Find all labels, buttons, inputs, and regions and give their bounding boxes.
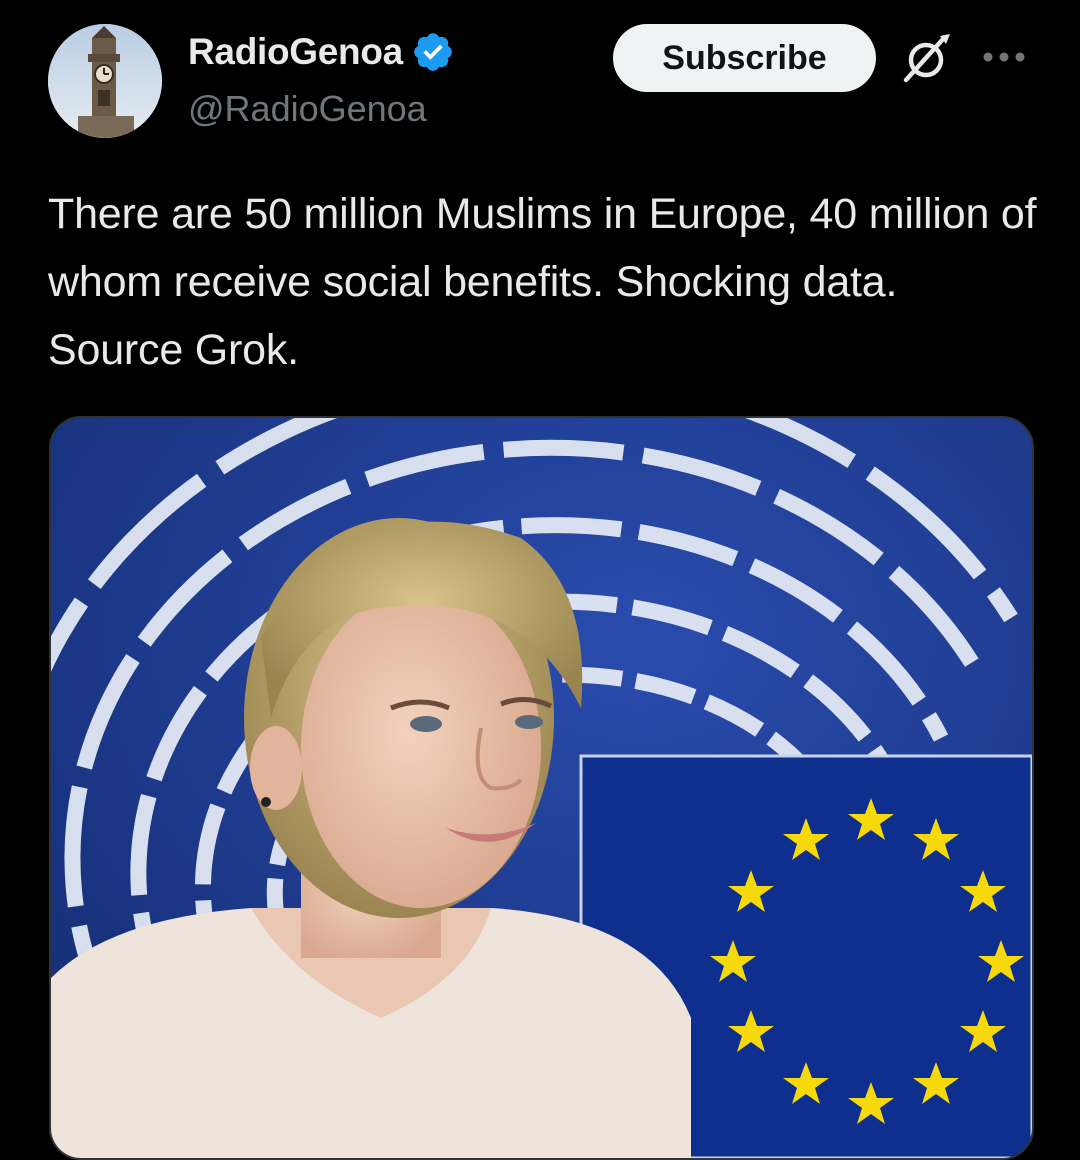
grok-icon[interactable] bbox=[898, 30, 954, 86]
author-handle[interactable]: @RadioGenoa bbox=[188, 88, 427, 130]
photo-image bbox=[51, 418, 1032, 1158]
avatar[interactable] bbox=[48, 24, 162, 138]
post-text: There are 50 million Muslims in Europe, … bbox=[48, 190, 1037, 374]
post-header: RadioGenoa @RadioGenoa Subscribe bbox=[0, 0, 1080, 160]
author-name-row: RadioGenoa bbox=[188, 30, 455, 74]
subscribe-button[interactable]: Subscribe bbox=[613, 24, 876, 92]
author-display-name[interactable]: RadioGenoa bbox=[188, 31, 403, 73]
post-media-photo[interactable] bbox=[49, 416, 1034, 1160]
verified-badge-icon bbox=[411, 30, 455, 74]
more-horizontal-icon[interactable] bbox=[978, 46, 1030, 68]
clock-tower-avatar-icon bbox=[48, 24, 162, 138]
